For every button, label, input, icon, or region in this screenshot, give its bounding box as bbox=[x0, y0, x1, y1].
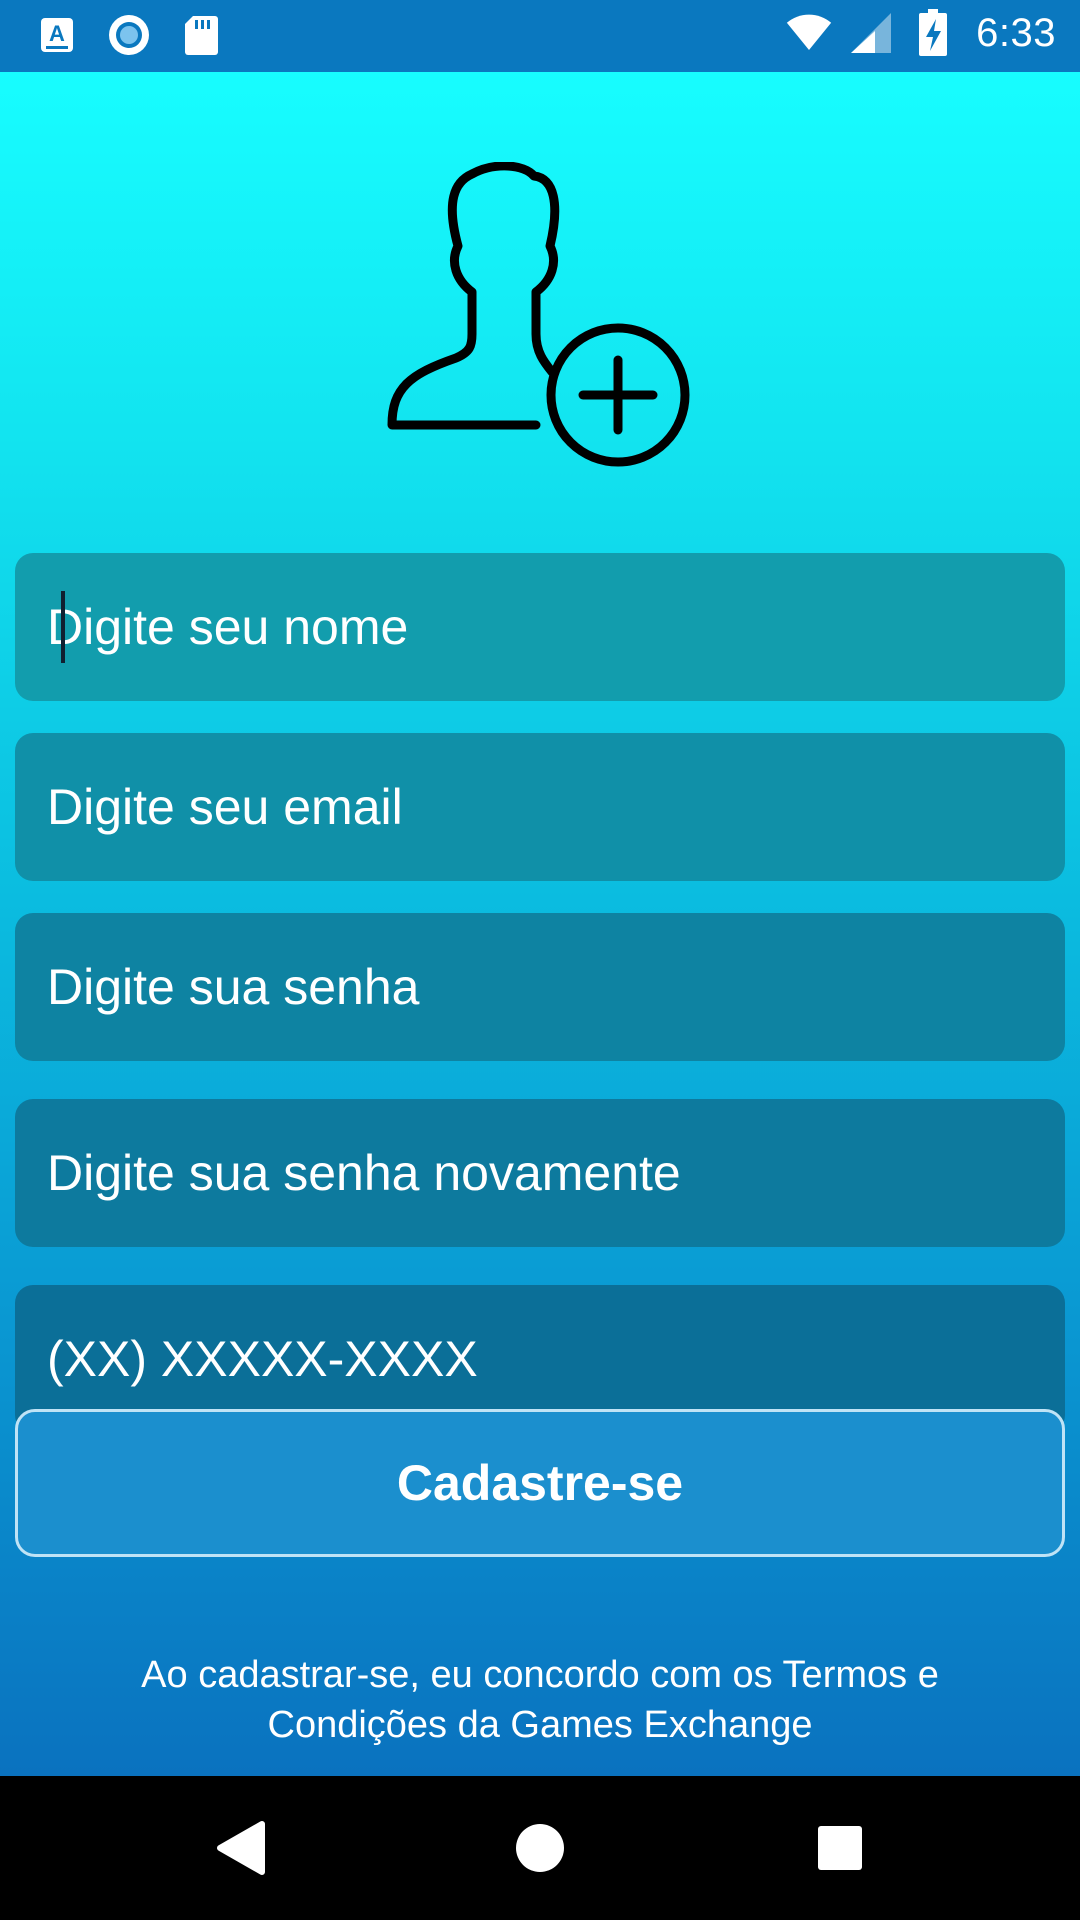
battery-charging-icon bbox=[910, 9, 956, 56]
navigation-bar bbox=[0, 1776, 1080, 1920]
add-user-icon bbox=[387, 162, 690, 467]
svg-text:A: A bbox=[49, 21, 65, 46]
email-input[interactable] bbox=[47, 778, 1065, 836]
back-button[interactable] bbox=[190, 1798, 290, 1898]
name-input[interactable] bbox=[47, 598, 1065, 656]
sd-card-icon bbox=[178, 12, 224, 58]
terms-text: Ao cadastrar-se, eu concordo com os Term… bbox=[60, 1650, 1020, 1750]
text-cursor bbox=[61, 591, 65, 663]
status-left-icons: A bbox=[34, 12, 224, 58]
name-field[interactable] bbox=[15, 553, 1065, 701]
record-icon bbox=[106, 12, 152, 58]
password-confirm-input[interactable] bbox=[47, 1144, 1065, 1202]
register-screen: Cadastre-se Ao cadastrar-se, eu concordo… bbox=[0, 72, 1080, 1776]
status-right-icons: 6:33 bbox=[786, 9, 1056, 56]
status-time: 6:33 bbox=[976, 10, 1056, 55]
register-button[interactable]: Cadastre-se bbox=[15, 1409, 1065, 1557]
phone-input[interactable] bbox=[47, 1330, 1065, 1388]
password-input[interactable] bbox=[47, 958, 1065, 1016]
screen: A 6:33 Digite seu nome Digite seu email … bbox=[0, 0, 1080, 1920]
back-icon bbox=[217, 1821, 265, 1875]
terms-line-2: Condições da Games Exchange bbox=[267, 1704, 813, 1746]
status-bar: A 6:33 bbox=[0, 0, 1080, 72]
email-field[interactable] bbox=[15, 733, 1065, 881]
a-keyboard-icon: A bbox=[34, 12, 80, 58]
password-field[interactable] bbox=[15, 913, 1065, 1061]
wifi-icon bbox=[786, 10, 832, 56]
password-confirm-field[interactable] bbox=[15, 1099, 1065, 1247]
recents-icon bbox=[818, 1826, 862, 1870]
cell-signal-icon bbox=[848, 10, 894, 56]
terms-line-1: Ao cadastrar-se, eu concordo com os Term… bbox=[141, 1654, 939, 1696]
home-icon bbox=[516, 1824, 564, 1872]
recents-button[interactable] bbox=[790, 1798, 890, 1898]
home-button[interactable] bbox=[490, 1798, 590, 1898]
